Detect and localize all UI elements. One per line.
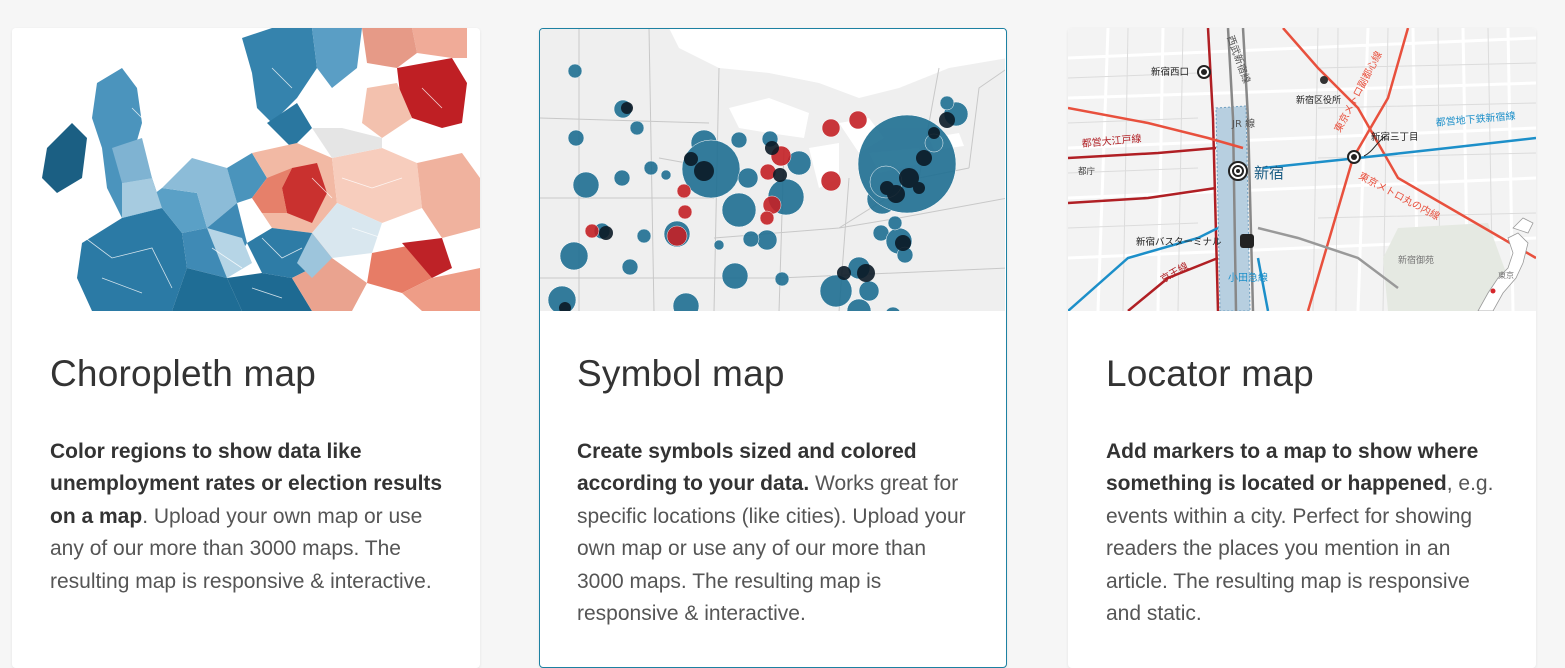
- card-title: Locator map: [1106, 353, 1314, 394]
- station-sanchome-label: 新宿三丁目: [1371, 131, 1419, 143]
- station-west-label: 新宿西口: [1151, 66, 1189, 78]
- bus-terminal-label: 新宿バスターミナル: [1136, 236, 1222, 248]
- card-description: Add markers to a map to show where somet…: [1106, 436, 1506, 630]
- tokyo-label: 東京: [1498, 270, 1514, 280]
- ward-office-label: 新宿区役所: [1296, 94, 1341, 106]
- card-description: Create symbols sized and colored accordi…: [577, 436, 977, 630]
- card-description: Color regions to show data like unemploy…: [50, 436, 450, 598]
- odakyu-line-label: 小田急線: [1228, 271, 1268, 284]
- main-station-label: 新宿: [1254, 164, 1284, 182]
- locator-tokyo-thumbnail: 新宿西口 新宿区役所 新宿三丁目 JR 線 都庁 新宿 新宿バスターミナル 新宿…: [1068, 28, 1536, 311]
- gyoen-label: 新宿御苑: [1398, 254, 1434, 266]
- choropleth-map-card[interactable]: Choropleth map Color regions to show dat…: [12, 28, 480, 668]
- symbol-map-card[interactable]: Symbol map Create symbols sized and colo…: [539, 28, 1007, 668]
- jr-line-label: JR 線: [1231, 117, 1255, 130]
- card-title: Choropleth map: [50, 353, 317, 394]
- symbol-usa-thumbnail: [540, 29, 1005, 311]
- card-description-highlight: Add markers to a map to show where somet…: [1106, 440, 1479, 496]
- tocho-label: 都庁: [1078, 166, 1096, 177]
- card-title: Symbol map: [577, 353, 785, 394]
- choropleth-europe-thumbnail: [12, 28, 480, 311]
- locator-map-card[interactable]: 新宿西口 新宿区役所 新宿三丁目 JR 線 都庁 新宿 新宿バスターミナル 新宿…: [1068, 28, 1536, 668]
